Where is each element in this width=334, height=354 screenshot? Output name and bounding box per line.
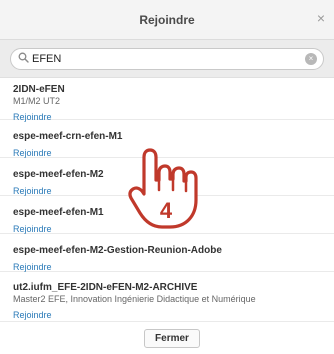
list-item: espe-meef-efen-M1 Rejoindre bbox=[0, 196, 334, 234]
search-bar: × bbox=[0, 40, 334, 78]
item-description: M1/M2 UT2 bbox=[13, 96, 61, 106]
dialog-title: Rejoindre bbox=[139, 13, 195, 27]
list-item: 2IDN-eFEN M1/M2 UT2 Rejoindre bbox=[0, 78, 334, 122]
course-list: 2IDN-eFEN M1/M2 UT2 Rejoindre espe-meef-… bbox=[0, 78, 334, 322]
dialog-footer: Fermer bbox=[0, 322, 334, 354]
item-name: 2IDN-eFEN bbox=[13, 84, 65, 95]
close-button[interactable]: Fermer bbox=[144, 329, 200, 348]
item-name: espe-meef-efen-M2-Gestion-Reunion-Adobe bbox=[13, 245, 222, 256]
list-item: espe-meef-crn-efen-M1 Rejoindre bbox=[0, 120, 334, 158]
search-input[interactable] bbox=[32, 49, 292, 69]
search-icon bbox=[18, 52, 29, 63]
item-name: ut2.iufm_EFE-2IDN-eFEN-M2-ARCHIVE bbox=[13, 282, 198, 293]
join-dialog: Rejoindre × × 2IDN-eFEN M1/M2 UT2 Rejoin… bbox=[0, 0, 334, 354]
clear-circle-icon[interactable]: × bbox=[305, 53, 317, 65]
item-description: Master2 EFE, Innovation Ingénierie Didac… bbox=[13, 294, 256, 304]
item-name: espe-meef-efen-M1 bbox=[13, 207, 104, 218]
list-item: ut2.iufm_EFE-2IDN-eFEN-M2-ARCHIVE Master… bbox=[0, 272, 334, 322]
join-link[interactable]: Rejoindre bbox=[13, 310, 52, 321]
dialog-titlebar: Rejoindre × bbox=[0, 0, 334, 40]
list-item: espe-meef-efen-M2 Rejoindre bbox=[0, 158, 334, 196]
item-name: espe-meef-efen-M2 bbox=[13, 169, 104, 180]
item-name: espe-meef-crn-efen-M1 bbox=[13, 131, 123, 142]
close-icon[interactable]: × bbox=[314, 11, 328, 25]
list-item: espe-meef-efen-M2-Gestion-Reunion-Adobe … bbox=[0, 234, 334, 272]
